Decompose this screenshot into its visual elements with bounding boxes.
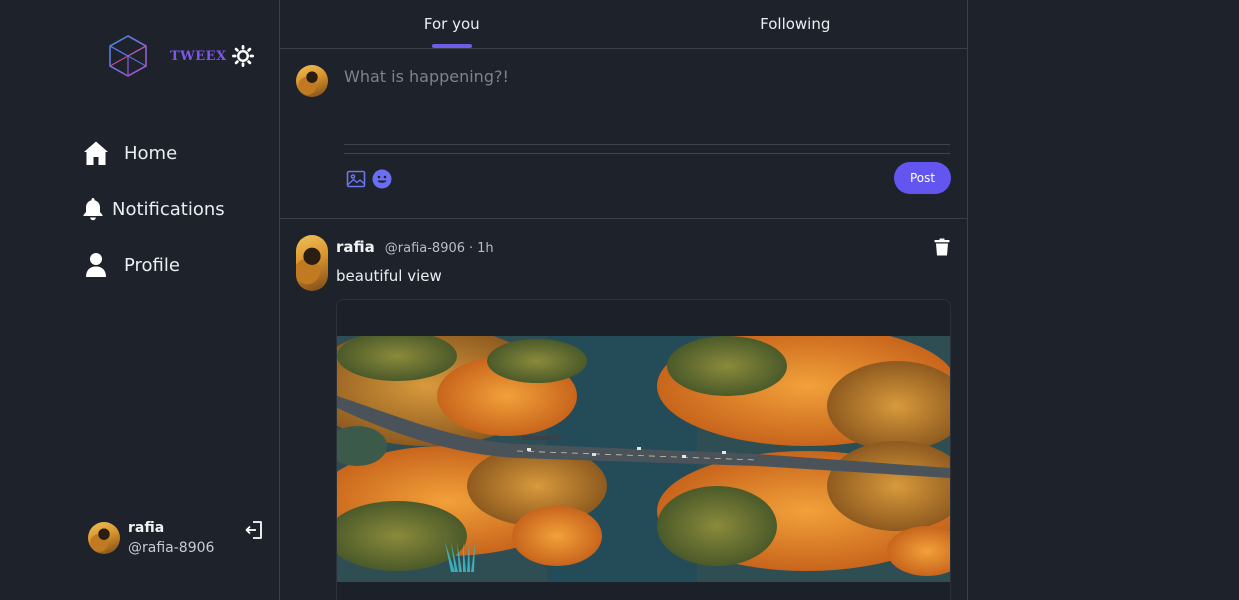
app-window: TWEEX Home Notifications Profile rafia @… <box>0 0 1239 600</box>
active-tab-indicator <box>431 44 472 48</box>
nav-item-profile[interactable]: Profile <box>82 246 225 284</box>
current-user-text: rafia @rafia-8906 <box>128 518 214 558</box>
bell-icon <box>82 195 104 223</box>
nav-item-notifications[interactable]: Notifications <box>82 190 225 228</box>
compose-input[interactable] <box>344 67 950 145</box>
trash-icon[interactable] <box>934 238 950 256</box>
tweet-timestamp: 1h <box>477 241 494 256</box>
hexagon-cube-logo-icon <box>109 35 147 77</box>
brand-name: TWEEX <box>170 48 227 64</box>
current-user-handle: @rafia-8906 <box>128 540 215 556</box>
nav-label-home: Home <box>124 142 178 164</box>
tweet-author-avatar[interactable] <box>296 235 328 291</box>
logout-icon[interactable] <box>244 520 264 540</box>
aerial-autumn-forest-photo <box>337 336 950 582</box>
composer-divider <box>344 153 950 154</box>
nav-item-home[interactable]: Home <box>82 134 225 172</box>
main-nav: Home Notifications Profile <box>82 134 225 302</box>
tab-label-following: Following <box>760 15 831 33</box>
tweet-media[interactable] <box>336 299 951 600</box>
sidebar: TWEEX Home Notifications Profile rafia @… <box>0 0 280 600</box>
avatar <box>88 522 120 554</box>
right-panel <box>968 0 1239 600</box>
nav-label-notifications: Notifications <box>112 198 225 220</box>
user-icon <box>82 251 110 279</box>
sun-icon[interactable] <box>232 45 254 67</box>
tweet-author-handle: @rafia-8906 <box>384 241 466 256</box>
tweet-composer: Post <box>280 49 967 219</box>
tweet-separator: · <box>469 241 474 256</box>
nav-label-profile: Profile <box>124 254 180 276</box>
brand[interactable]: TWEEX <box>108 34 227 78</box>
current-user-card[interactable]: rafia @rafia-8906 <box>88 518 268 558</box>
tab-for-you[interactable]: For you <box>280 0 624 48</box>
feed-tabs: For you Following <box>280 0 967 49</box>
tweet-author-name[interactable]: rafia <box>336 238 375 256</box>
tweet-header: rafia @rafia-8906 · 1h <box>336 238 494 256</box>
current-user-name: rafia <box>128 520 165 536</box>
tweet-card[interactable]: rafia @rafia-8906 · 1h beautiful view <box>280 219 967 600</box>
home-icon <box>82 139 110 167</box>
tweet-text: beautiful view <box>336 267 442 285</box>
post-button[interactable]: Post <box>894 162 951 194</box>
composer-avatar <box>296 65 328 97</box>
emoji-icon[interactable] <box>372 169 392 189</box>
tab-label-for-you: For you <box>423 15 480 33</box>
tab-following[interactable]: Following <box>624 0 968 48</box>
composer-divider <box>344 144 950 145</box>
main-feed-column: For you Following Post <box>280 0 968 600</box>
image-icon[interactable] <box>346 169 366 189</box>
